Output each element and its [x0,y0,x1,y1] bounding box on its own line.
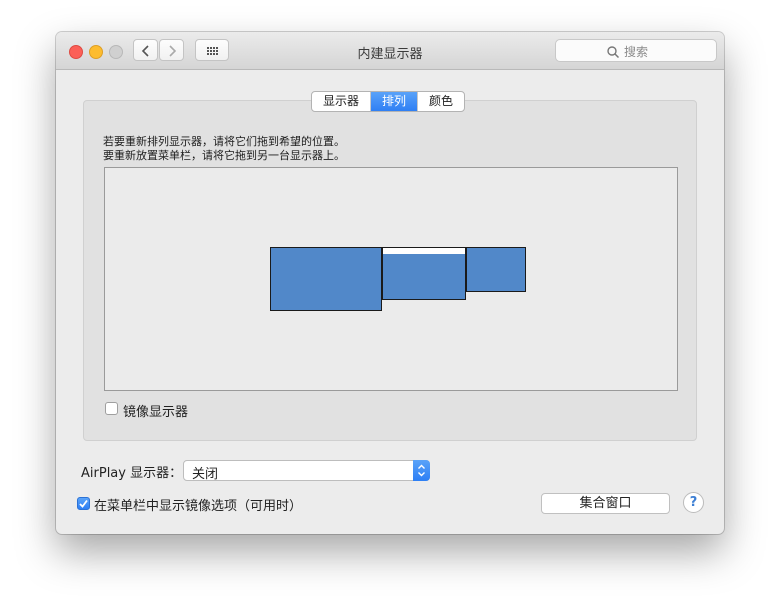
mirror-displays-checkbox[interactable] [105,402,118,415]
search-placeholder: 搜索 [624,45,649,59]
tab-display[interactable]: 显示器 [312,92,370,111]
tab-arrangement[interactable]: 排列 [370,92,418,111]
tab-color[interactable]: 颜色 [417,92,464,111]
help-button[interactable]: ? [683,492,704,513]
display-arrangement-area [104,167,678,391]
menu-bar-indicator[interactable] [382,247,466,254]
instruction-line-2: 要重新放置菜单栏，请将它拖到另一台显示器上。 [103,149,345,162]
show-mirroring-options-label: 在菜单栏中显示镜像选项（可用时） [94,499,303,514]
display-3[interactable] [466,247,526,292]
checkmark-icon [79,499,88,508]
title-bar: 内建显示器 搜索 [56,32,724,70]
search-icon [607,46,620,59]
gather-windows-button[interactable]: 集合窗口 [541,493,670,514]
popup-arrows-icon [413,460,430,481]
mirror-displays-label: 镜像显示器 [123,405,189,420]
display-1[interactable] [270,247,382,311]
airplay-value: 关闭 [192,467,219,482]
airplay-popup[interactable]: 关闭 [183,460,430,482]
show-mirroring-options-checkbox[interactable] [77,497,90,510]
airplay-label: AirPlay 显示器： [81,466,183,481]
search-field[interactable]: 搜索 [555,39,717,62]
tab-bar: 显示器 排列 颜色 [311,91,466,112]
display-2-main[interactable] [382,247,466,300]
preferences-window: 内建显示器 搜索 显示器 排列 颜色 若要重新排列显示器，请将它们拖到希望的位置… [56,32,724,534]
